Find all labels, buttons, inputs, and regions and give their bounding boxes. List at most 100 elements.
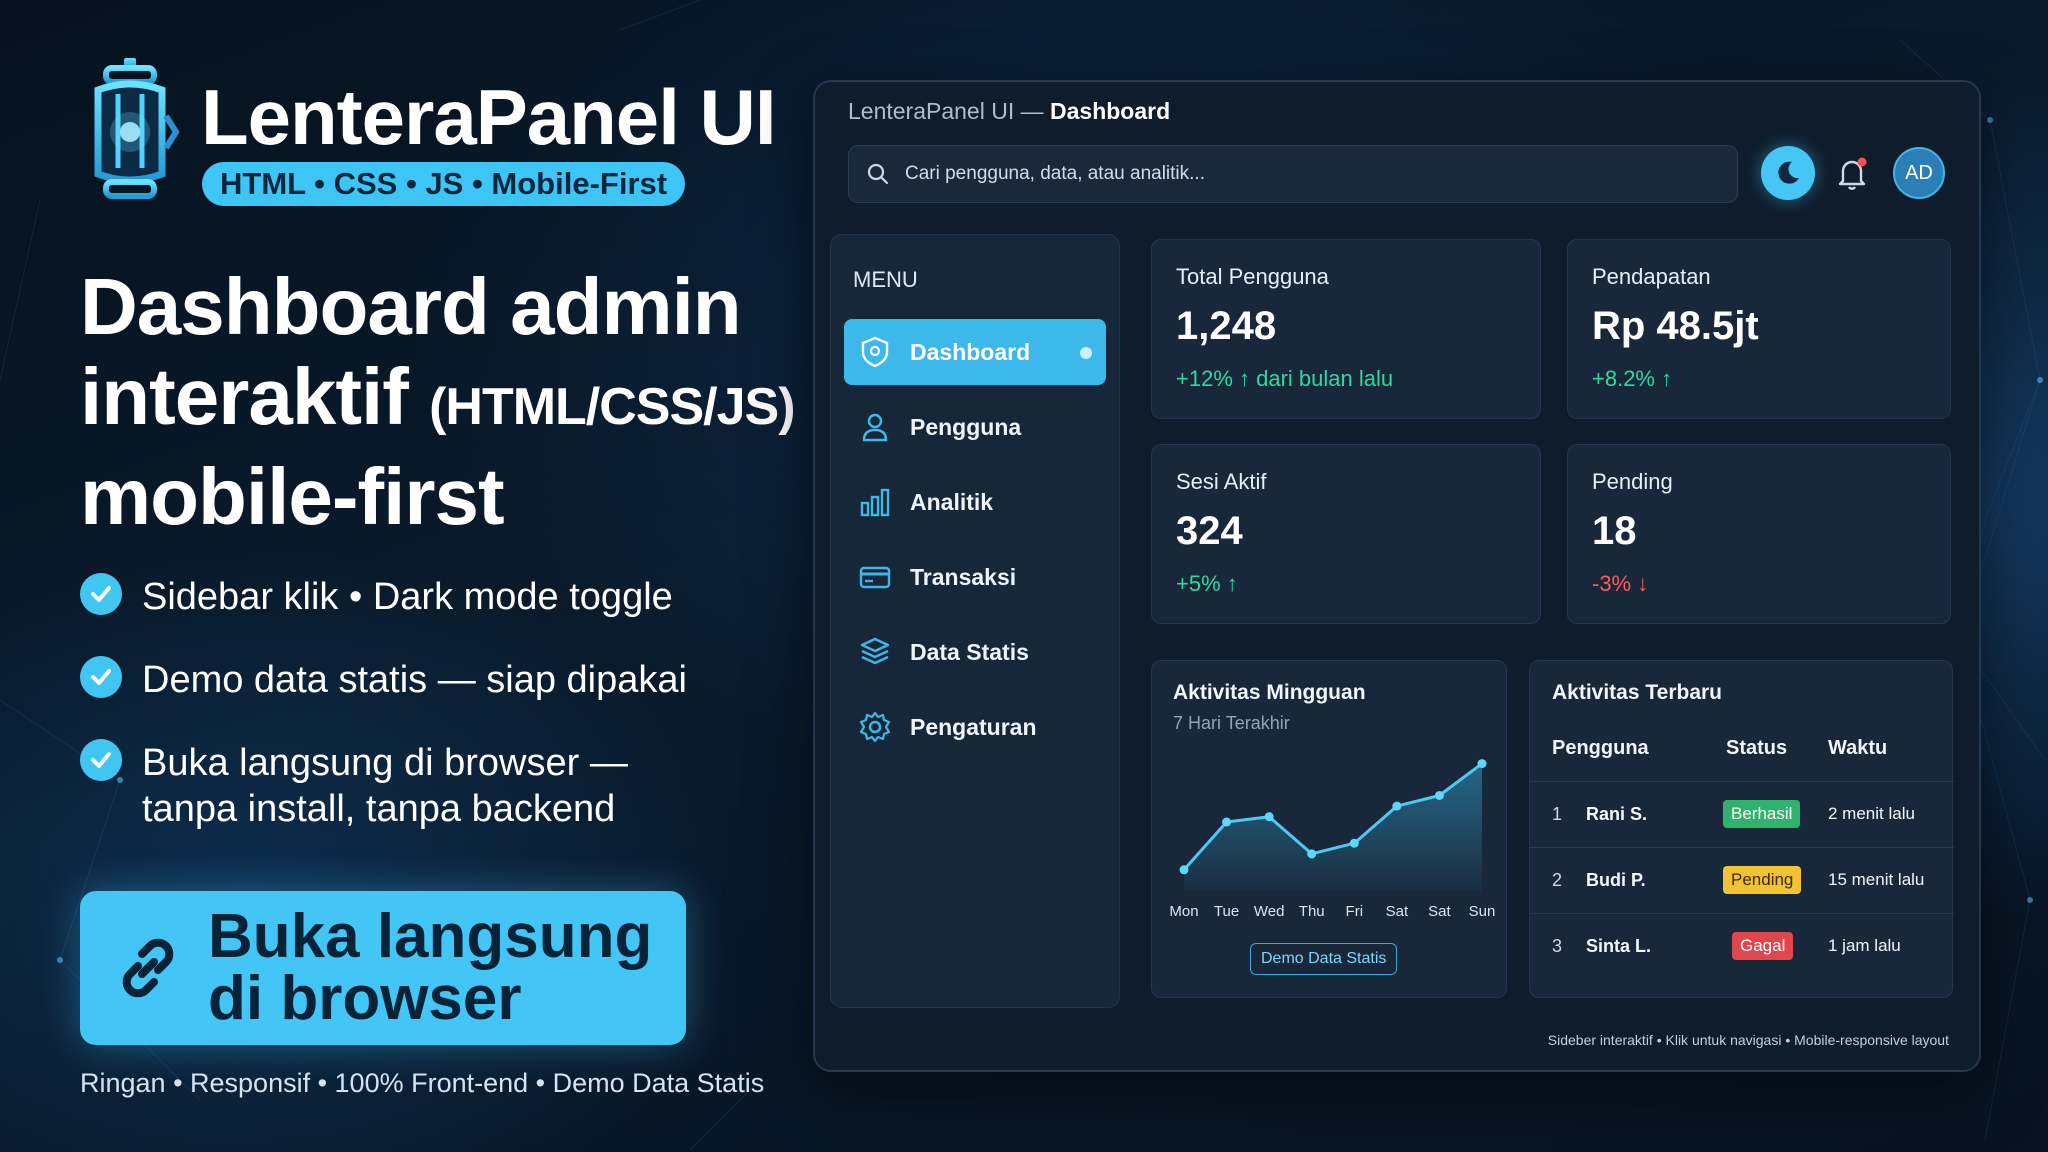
app-title: LenteraPanel UI — Dashboard xyxy=(848,98,1170,125)
activity-title: Aktivitas Terbaru xyxy=(1552,681,1722,704)
sidebar-item-data-statis[interactable]: Data Statis xyxy=(844,619,1106,685)
search-icon xyxy=(867,163,889,185)
headline-line-2-main: interaktif xyxy=(80,352,409,441)
brand-title: LenteraPanel UI xyxy=(201,73,777,161)
feature-text: Sidebar klik • Dark mode toggle xyxy=(142,576,673,618)
table-row[interactable]: 3 Sinta L. Gagal 1 jam lalu xyxy=(1530,913,1954,979)
sidebar-item-label: Analitik xyxy=(910,488,994,515)
column-header-user: Pengguna xyxy=(1552,737,1649,759)
chart-point[interactable] xyxy=(1222,817,1232,827)
stat-label: Pendapatan xyxy=(1592,264,1711,289)
demo-data-badge[interactable]: Demo Data Statis xyxy=(1250,943,1398,975)
table-row[interactable]: 2 Budi P. Pending 15 menit lalu xyxy=(1530,847,1954,913)
status-badge: Pending xyxy=(1723,866,1802,894)
chart-point[interactable] xyxy=(1349,838,1359,848)
app-window: LenteraPanel UI — Dashboard AD MENU Dash… xyxy=(813,80,1981,1072)
promo-headline: Dashboard admin interaktif (HTML/CSS/JS)… xyxy=(80,262,820,542)
app-footer-note: Sideber interaktif • Klik untuk navigasi… xyxy=(1547,1032,1949,1048)
chart-point[interactable] xyxy=(1179,865,1189,875)
gear-icon xyxy=(859,711,891,743)
headline-line-2-sub: (HTML/CSS/JS) xyxy=(429,378,795,436)
chart-point[interactable] xyxy=(1264,812,1274,822)
stat-value: Rp 48.5jt xyxy=(1592,304,1759,348)
chart-point[interactable] xyxy=(1307,849,1317,859)
search-input[interactable] xyxy=(905,163,1737,185)
row-index: 1 xyxy=(1552,804,1563,824)
column-header-status: Status xyxy=(1726,737,1788,759)
weekly-activity-chart: Mon Tue Wed Thu Fri Sat Sat Sun xyxy=(1169,759,1495,920)
row-time: 15 menit lalu xyxy=(1828,870,1925,889)
table-row[interactable]: 1 Rani S. Berhasil 2 menit lalu xyxy=(1530,781,1954,847)
sidebar-item-pengguna[interactable]: Pengguna xyxy=(844,394,1106,460)
bell-icon xyxy=(1838,157,1867,190)
feature-text: Demo data statis — siap dipakai xyxy=(142,659,687,701)
stat-label: Pending xyxy=(1592,469,1673,494)
open-in-browser-button[interactable]: Buka langsung di browser xyxy=(80,891,686,1045)
stat-delta: +8.2% ↑ xyxy=(1592,366,1673,391)
feature-text-line-1: Buka langsung di browser — xyxy=(142,742,628,784)
chart-point[interactable] xyxy=(1434,790,1444,800)
x-tick-label: Thu xyxy=(1299,903,1325,920)
user-icon xyxy=(862,413,888,442)
avatar[interactable]: AD xyxy=(1893,147,1945,199)
x-tick-label: Sat xyxy=(1428,903,1451,920)
feature-item: Demo data statis — siap dipakai xyxy=(80,656,687,703)
row-user: Sinta L. xyxy=(1586,936,1652,956)
stat-card-sesi-aktif: Sesi Aktif 324 +5% ↑ xyxy=(1151,444,1541,624)
sidebar-item-analitik[interactable]: Analitik xyxy=(844,469,1106,535)
menu-heading: MENU xyxy=(853,267,918,292)
app-title-prefix: LenteraPanel UI — xyxy=(848,98,1051,124)
notifications-button[interactable] xyxy=(1831,152,1873,194)
status-badge: Gagal xyxy=(1732,932,1794,960)
stat-label: Total Pengguna xyxy=(1176,264,1329,289)
row-time: 1 jam lalu xyxy=(1828,936,1901,955)
row-time: 2 menit lalu xyxy=(1828,804,1915,823)
chart-subtitle: 7 Hari Terakhir xyxy=(1173,713,1290,733)
row-user: Rani S. xyxy=(1586,804,1648,824)
promo-footnote: Ringan • Responsif • 100% Front-end • De… xyxy=(80,1068,765,1098)
dark-mode-toggle[interactable] xyxy=(1761,146,1815,200)
stat-value: 18 xyxy=(1592,509,1637,553)
headline-line-1: Dashboard admin xyxy=(80,262,742,351)
x-tick-label: Mon xyxy=(1169,903,1198,920)
shield-icon xyxy=(861,336,889,368)
search-bar[interactable] xyxy=(848,145,1738,203)
sidebar-item-label: Data Statis xyxy=(910,638,1029,665)
brand-tagline-pill: HTML • CSS • JS • Mobile-First xyxy=(202,162,686,206)
sidebar-item-transaksi[interactable]: Transaksi xyxy=(844,544,1106,610)
feature-text-line-2: tanpa install, tanpa backend xyxy=(142,788,616,830)
sidebar: MENU Dashboard Pengguna Analitik Transak… xyxy=(830,234,1120,1008)
row-index: 2 xyxy=(1552,870,1563,890)
weekly-activity-card: Aktivitas Mingguan 7 Hari Terakhir Mon Tu… xyxy=(1151,660,1507,998)
chart-area-fill xyxy=(1184,763,1482,891)
column-header-time: Waktu xyxy=(1828,737,1888,759)
cta-label: Buka langsung di browser xyxy=(208,906,652,1030)
moon-icon xyxy=(1778,161,1799,184)
credit-card-icon xyxy=(859,566,891,589)
stat-delta: +5% ↑ xyxy=(1176,571,1238,596)
chart-title: Aktivitas Mingguan xyxy=(1173,681,1366,704)
sidebar-item-label: Pengguna xyxy=(910,413,1022,440)
bar-chart-icon xyxy=(860,488,890,517)
check-circle-icon xyxy=(80,656,122,698)
stat-card-total-pengguna: Total Pengguna 1,248 +12% ↑ dari bulan l… xyxy=(1151,239,1541,419)
x-tick-label: Fri xyxy=(1346,903,1364,920)
feature-item: Buka langsung di browser — tanpa install… xyxy=(80,739,628,832)
active-indicator-dot xyxy=(1080,347,1092,359)
feature-text: Buka langsung di browser — tanpa install… xyxy=(142,740,628,832)
sidebar-item-pengaturan[interactable]: Pengaturan xyxy=(844,694,1106,760)
status-badge: Berhasil xyxy=(1723,800,1801,828)
app-title-page: Dashboard xyxy=(1050,98,1171,124)
chart-point[interactable] xyxy=(1477,759,1487,769)
lantern-logo-icon xyxy=(94,58,180,199)
x-tick-label: Tue xyxy=(1214,903,1239,920)
stat-delta: -3% ↓ xyxy=(1592,571,1649,596)
check-circle-icon xyxy=(80,739,122,781)
sidebar-item-dashboard[interactable]: Dashboard xyxy=(844,319,1106,385)
headline-line-3: mobile-first xyxy=(80,452,505,541)
chart-point[interactable] xyxy=(1392,801,1402,811)
sidebar-item-label: Pengaturan xyxy=(910,713,1037,740)
stat-label: Sesi Aktif xyxy=(1176,469,1267,494)
link-icon xyxy=(122,938,174,998)
recent-activity-card: Aktivitas Terbaru Pengguna Status Waktu … xyxy=(1529,660,1954,998)
